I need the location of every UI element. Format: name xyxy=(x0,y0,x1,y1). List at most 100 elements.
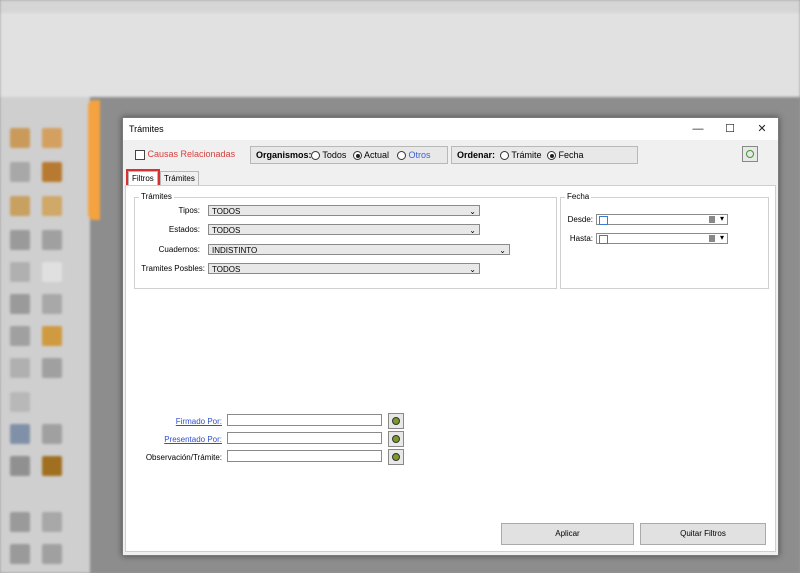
background-header xyxy=(0,13,800,97)
background-icon xyxy=(10,424,30,444)
presentado-por-input[interactable] xyxy=(227,432,382,444)
background-icon xyxy=(42,544,62,564)
causas-relacionadas-label: Causas Relacionadas xyxy=(147,149,236,159)
background-menubar xyxy=(0,0,800,13)
clear-icon xyxy=(392,435,400,443)
fecha-fieldset: Fecha Desde: ▾ Hasta: ▾ xyxy=(560,192,769,289)
cuadernos-label: Cuadernos: xyxy=(158,245,200,254)
radio-button[interactable] xyxy=(353,151,362,161)
clear-icon xyxy=(392,453,400,461)
observacion-tramite-clear-button[interactable] xyxy=(388,449,404,465)
cuadernos-value: INDISTINTO xyxy=(212,246,258,255)
dialog-titlebar[interactable]: Trámites — ☐ ✕ xyxy=(123,118,778,140)
organismos-group: Organismos: Todos Actual Otros xyxy=(250,146,448,164)
hasta-checkbox[interactable] xyxy=(599,235,608,244)
causas-relacionadas-checkbox[interactable]: Causas Relacionadas xyxy=(135,149,235,160)
radio-actual-label: Actual xyxy=(364,150,390,160)
tramites-posbles-select[interactable]: TODOS ⌄ xyxy=(208,263,480,274)
background-icon xyxy=(42,294,62,314)
background-icon xyxy=(42,162,62,182)
clear-icon xyxy=(392,417,400,425)
refresh-button[interactable] xyxy=(742,146,758,162)
radio-button[interactable] xyxy=(397,151,406,161)
dialog-title: Trámites xyxy=(129,124,164,134)
maximize-button[interactable]: ☐ xyxy=(720,120,740,138)
background-icon xyxy=(10,262,30,282)
fecha-legend: Fecha xyxy=(565,192,592,201)
cuadernos-select[interactable]: INDISTINTO ⌄ xyxy=(208,244,510,255)
tramites-dialog: Trámites — ☐ ✕ Causas Relacionadas Organ… xyxy=(122,117,779,556)
background-icon xyxy=(10,392,30,412)
tramites-posbles-label: Tramites Posbles: xyxy=(141,264,205,273)
filtros-panel: Trámites Tipos: TODOS ⌄ Estados: TODOS ⌄… xyxy=(125,185,776,552)
quitar-filtros-button[interactable]: Quitar Filtros xyxy=(640,523,766,545)
chevron-down-icon: ⌄ xyxy=(469,265,476,274)
radio-fecha[interactable]: Fecha xyxy=(547,147,584,163)
background-icon xyxy=(42,456,62,476)
radio-todos[interactable]: Todos xyxy=(311,147,346,163)
background-icon xyxy=(10,230,30,250)
minimize-button[interactable]: — xyxy=(688,120,708,138)
radio-button[interactable] xyxy=(500,151,509,161)
close-button[interactable]: ✕ xyxy=(752,120,772,138)
background-icon xyxy=(42,196,62,216)
radio-fecha-label: Fecha xyxy=(558,150,584,160)
checkbox-box[interactable] xyxy=(135,149,145,160)
tramites-posbles-value: TODOS xyxy=(212,265,241,274)
background-icon xyxy=(10,358,30,378)
background-icon xyxy=(42,512,62,532)
tipos-label: Tipos: xyxy=(178,206,201,215)
background-icon xyxy=(42,262,62,282)
tramites-legend: Trámites xyxy=(139,192,174,201)
background-icon xyxy=(42,230,62,250)
firmado-por-clear-button[interactable] xyxy=(388,413,404,429)
background-icon xyxy=(42,128,62,148)
tab-tramites[interactable]: Trámites xyxy=(160,171,199,185)
radio-otros-label: Otros xyxy=(408,150,431,160)
chevron-down-icon: ⌄ xyxy=(469,207,476,216)
desde-checkbox[interactable] xyxy=(599,216,608,225)
observacion-tramite-input[interactable] xyxy=(227,450,382,462)
chevron-down-icon[interactable]: ▾ xyxy=(720,233,724,242)
ordenar-label: Ordenar: xyxy=(457,150,496,160)
background-icon xyxy=(10,512,30,532)
estados-label: Estados: xyxy=(168,225,200,234)
desde-date-picker[interactable]: ▾ xyxy=(596,214,728,225)
chevron-down-icon: ⌄ xyxy=(469,226,476,235)
radio-tramite[interactable]: Trámite xyxy=(500,147,542,163)
radio-tramite-label: Trámite xyxy=(511,150,542,160)
background-icon xyxy=(10,162,30,182)
tipos-select[interactable]: TODOS ⌄ xyxy=(208,205,480,216)
refresh-icon xyxy=(746,150,754,158)
calendar-icon[interactable] xyxy=(709,216,715,223)
background-icon xyxy=(42,326,62,346)
background-icon xyxy=(10,294,30,314)
organismos-label: Organismos: xyxy=(256,150,312,160)
ordenar-group: Ordenar: Trámite Fecha xyxy=(451,146,638,164)
background-icon xyxy=(42,424,62,444)
presentado-por-clear-button[interactable] xyxy=(388,431,404,447)
radio-button[interactable] xyxy=(311,151,320,161)
chevron-down-icon[interactable]: ▾ xyxy=(720,214,724,223)
aplicar-button[interactable]: Aplicar xyxy=(501,523,634,545)
estados-select[interactable]: TODOS ⌄ xyxy=(208,224,480,235)
tab-filtros[interactable]: Filtros xyxy=(126,169,160,187)
background-orange-tab xyxy=(88,100,100,220)
firmado-por-input[interactable] xyxy=(227,414,382,426)
desde-label: Desde: xyxy=(567,215,593,224)
tipos-value: TODOS xyxy=(212,207,241,216)
radio-button[interactable] xyxy=(547,151,556,161)
background-icon xyxy=(10,196,30,216)
radio-otros[interactable]: Otros xyxy=(397,147,431,163)
hasta-date-picker[interactable]: ▾ xyxy=(596,233,728,244)
firmado-por-link[interactable]: Firmado Por: xyxy=(166,417,222,426)
background-icon xyxy=(10,456,30,476)
calendar-icon[interactable] xyxy=(709,235,715,242)
background-icon xyxy=(10,544,30,564)
radio-todos-label: Todos xyxy=(322,150,347,160)
hasta-label: Hasta: xyxy=(569,234,593,243)
background-icon xyxy=(10,128,30,148)
background-icon xyxy=(10,326,30,346)
presentado-por-link[interactable]: Presentado Por: xyxy=(156,435,222,444)
radio-actual[interactable]: Actual xyxy=(353,147,389,163)
